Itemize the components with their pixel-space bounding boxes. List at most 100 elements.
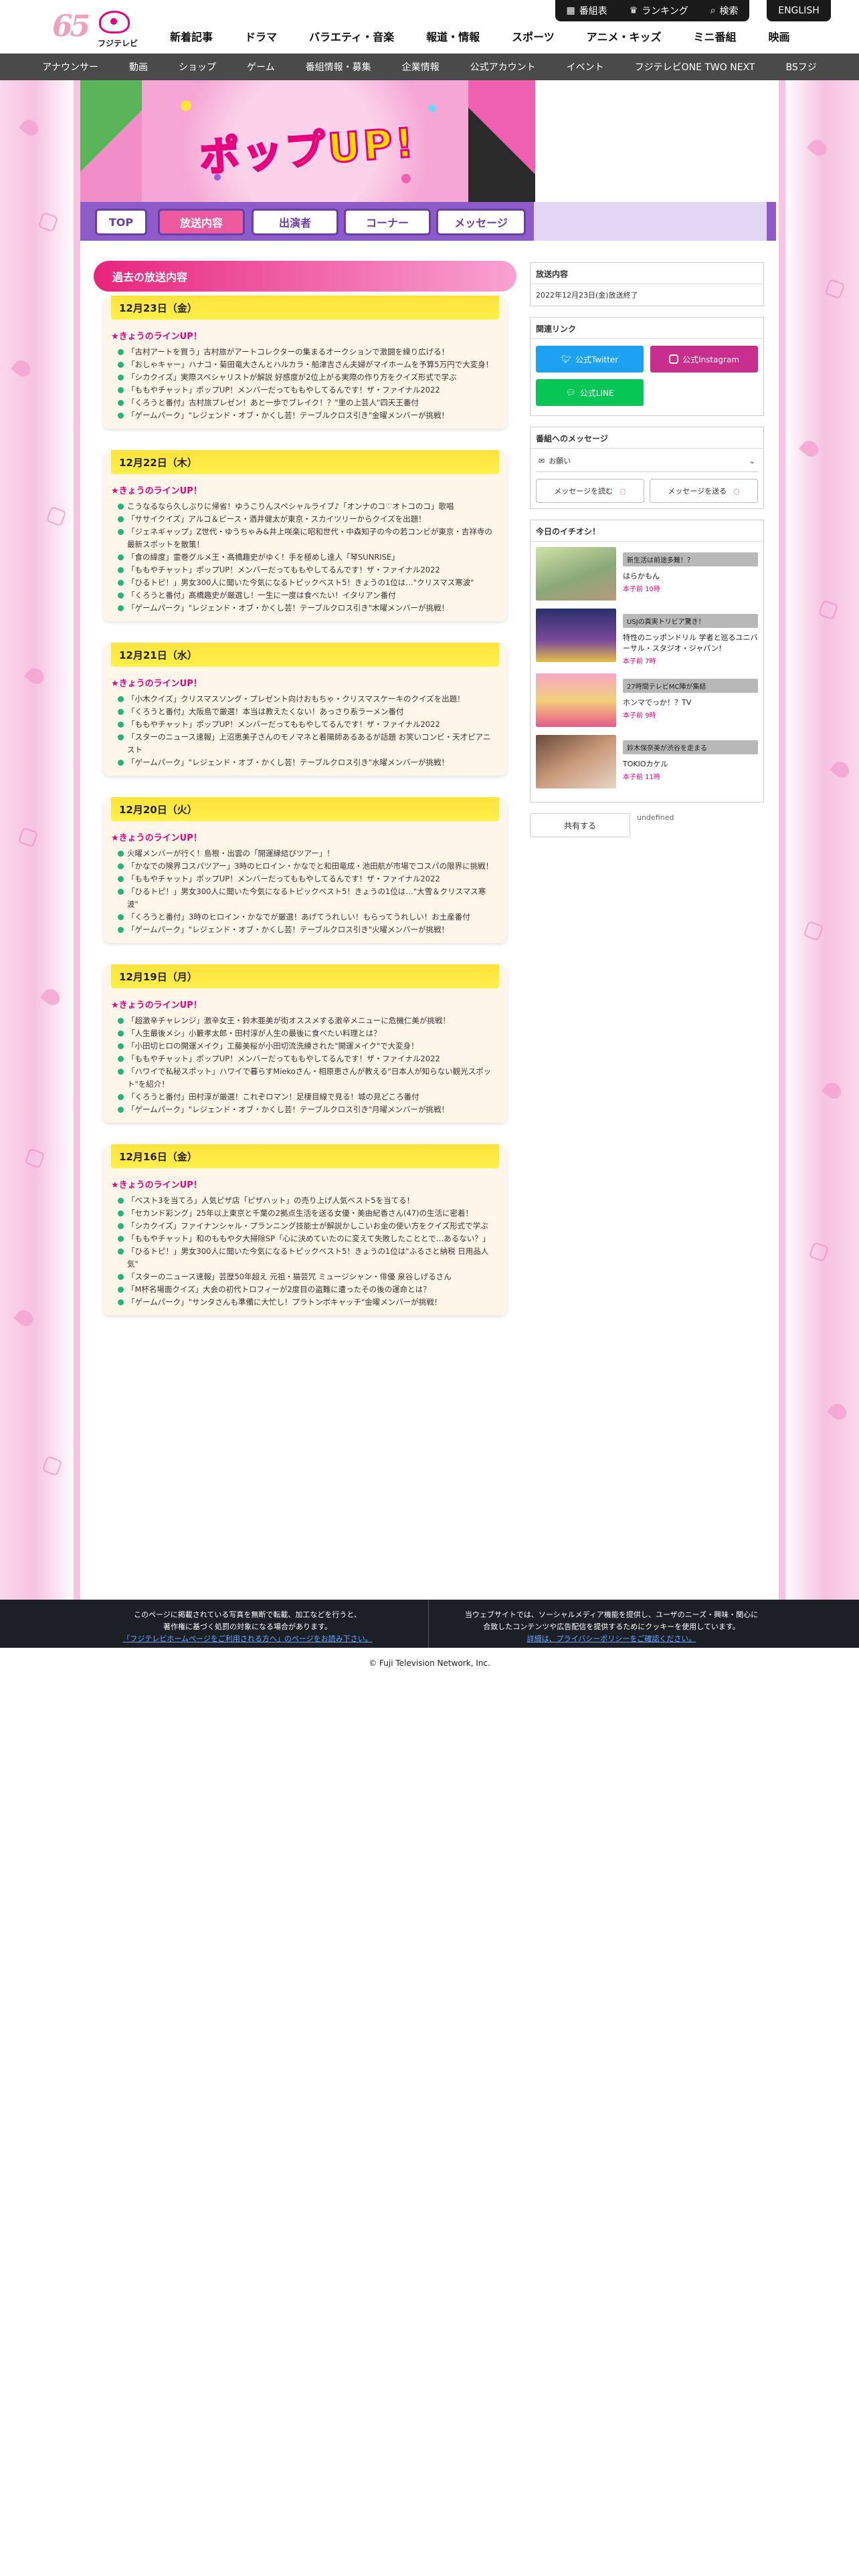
lineup-item: 「くろうと番付」田村淳が厳選！これぞロマン！足棲目線で見る！城の見どころ番付 bbox=[118, 1091, 496, 1103]
twitter-icon: 🐦︎ bbox=[561, 354, 571, 364]
share-note: undefined bbox=[637, 813, 674, 822]
line-button[interactable]: 💬︎ 公式LINE bbox=[536, 379, 644, 406]
send-message-button[interactable]: メッセージを送る ◌ bbox=[650, 479, 758, 503]
eye-mark-icon bbox=[99, 11, 130, 33]
deco-square bbox=[803, 920, 824, 942]
related-links-title: 関連リンク bbox=[531, 318, 763, 339]
lineup-item: 「セカンド彩ング」25年以上東京と千葉の2拠点生活を送る女優・美由紀香さん(47… bbox=[118, 1207, 496, 1220]
snav-program-info[interactable]: 番組情報・募集 bbox=[290, 60, 387, 74]
fujitv-logo[interactable]: 65 フジテレビ bbox=[50, 7, 138, 48]
gnav-movie[interactable]: 映画 bbox=[752, 28, 805, 44]
gnav-variety[interactable]: バラエティ・音楽 bbox=[293, 28, 410, 44]
message-box: 番組へのメッセージ ✉ お願い ⌄ メッセージを読む ◌ メッセージを送る ◌ bbox=[530, 427, 764, 509]
program-hero-banner: ポップUP! bbox=[80, 80, 535, 202]
gnav-news[interactable]: 新着記事 bbox=[154, 28, 229, 44]
lineup-item: 「ベスト3を当てろ」人気ピザ店「ピザハット」の売り上げ人気ベスト5を当てる！ bbox=[118, 1194, 496, 1207]
deco-square bbox=[824, 278, 846, 300]
lineup-item: 「ジェネギャップ」Z世代・ゆうちゃみ&井上咲楽に昭和世代・中森知子の今の若コンビ… bbox=[118, 526, 496, 551]
instagram-button[interactable]: 公式Instagram bbox=[650, 346, 758, 372]
lineup-item: 「ゲームパーク」"レジェンド・オブ・かくし芸！テーブルクロス引き"火曜メンバーが… bbox=[118, 924, 496, 936]
lineup-list: こうなるなら久しぶりに帰省！ゆうこりんスペシャルライブ♪「オンナのコ♡オトコのコ… bbox=[103, 500, 507, 615]
tab-corner[interactable]: コーナー bbox=[344, 209, 431, 235]
arrow-icon: ◌ bbox=[619, 486, 626, 496]
broadcast-date: 12月19日（月） bbox=[111, 964, 499, 988]
deco-drop bbox=[806, 136, 830, 159]
read-message-button[interactable]: メッセージを読む ◌ bbox=[536, 479, 644, 503]
lineup-item: 「シカクイズ」実際スペシャリストが解説 好感度が2位上がる実際の作り方をクイズ形… bbox=[118, 371, 496, 384]
gnav-news-info[interactable]: 報道・情報 bbox=[410, 28, 496, 44]
pickup-time: 本子前 10時 bbox=[623, 586, 660, 593]
english-button[interactable]: ENGLISH bbox=[767, 0, 831, 21]
snav-official-accounts[interactable]: 公式アカウント bbox=[455, 60, 551, 74]
lineup-list: 「ベスト3を当てろ」人気ピザ店「ピザハット」の売り上げ人気ベスト5を当てる！ 「セ… bbox=[103, 1194, 507, 1309]
snav-game[interactable]: ゲーム bbox=[231, 60, 290, 74]
tab-message[interactable]: メッセージ bbox=[436, 209, 526, 235]
lineup-item: 「スターのニュース速報」芸歴50年超え 元祖・猫芸咒 ミュージシャン・俳優 泉谷… bbox=[118, 1271, 496, 1283]
lineup-item: 「スターのニュース速報」上沼恵美子さんのモノマネと着陽師あるあるが話題 お笑いコ… bbox=[118, 731, 496, 756]
deco-drop bbox=[826, 1400, 850, 1423]
line-icon: 💬︎ bbox=[565, 388, 576, 397]
gnav-mini[interactable]: ミニ番組 bbox=[677, 28, 752, 44]
crown-icon: ♛ bbox=[629, 5, 638, 16]
gnav-anime[interactable]: アニメ・キッズ bbox=[571, 28, 678, 44]
pickup-item[interactable]: 鈴木保奈美が渋谷を走まる TOKIOカケル 本子前 11時 bbox=[536, 735, 758, 788]
share-button[interactable]: 共有する bbox=[530, 813, 630, 837]
snav-bsfuji[interactable]: BSフジ bbox=[770, 60, 832, 74]
lineup-item: 「くろうと番付」大阪島で厳選！本当は教えたくない！あっさり系ラーメン番付 bbox=[118, 706, 496, 718]
broadcast-day-card: 12月22日（木） ★きょうのラインUP！ こうなるなら久しぶりに帰省！ゆうこりんス… bbox=[103, 450, 507, 621]
broadcast-info-title: 放送内容 bbox=[531, 263, 763, 284]
lineup-item: 「ゲームパーク」"レジェンド・オブ・かくし芸！テーブルクロス引き"水曜メンバーが… bbox=[118, 756, 496, 769]
pickup-time: 本子前 9時 bbox=[623, 712, 656, 720]
message-select[interactable]: ✉ お願い ⌄ bbox=[536, 454, 758, 472]
tab-top[interactable]: TOP bbox=[95, 209, 147, 235]
notice-divider bbox=[428, 1600, 429, 1648]
pickup-title: 今日のイチオシ！ bbox=[531, 520, 763, 542]
snav-onetwonext[interactable]: フジテレビONE TWO NEXT bbox=[619, 60, 771, 74]
snav-corporate[interactable]: 企業情報 bbox=[387, 60, 455, 74]
lineup-item: 「ももやチャット」ポップUP！メンバーだってももやしてるんです！ザ・ファイナル2… bbox=[118, 384, 496, 397]
pickup-name: TOKIOカケル bbox=[623, 760, 668, 768]
lineup-item: 「小田切ヒロの開運メイク」工藤美桜が小田切流洗練された"開運メイク"で大変身！ bbox=[118, 1040, 496, 1053]
pickup-item[interactable]: 新生活は前途多難！？ はらかもん 本子前 10時 bbox=[536, 547, 758, 601]
lineup-item: 「ゲームパーク」"レジェンド・オブ・かくし芸！テーブルクロス引き"月曜メンバーが… bbox=[118, 1103, 496, 1116]
section-heading: 過去の放送内容 bbox=[94, 261, 516, 292]
lineup-item: 「ハワイで私秘スポット」ハワイで暮らすMiekoさん・相原恵さんが教える"日本人… bbox=[118, 1065, 496, 1091]
snav-shop[interactable]: ショップ bbox=[163, 60, 231, 74]
pickup-item[interactable]: 27時間テレビMC陣が集結 ホンマでっか！？TV 本子前 9時 bbox=[536, 673, 758, 727]
broadcast-date: 12月20日（火） bbox=[111, 797, 499, 821]
notice-bar: このページに掲載されている写真を無断で転載、加工などを行うと、 著作権に基づく処… bbox=[0, 1600, 859, 1648]
snav-video[interactable]: 動画 bbox=[114, 60, 163, 74]
lineup-item: 「ゲームパーク」"レジェンド・オブ・かくし芸！テーブルクロス引き"木曜メンバーが… bbox=[118, 602, 496, 615]
utility-nav: ▦ 番組表 ♛ ランキング ⌕ 検索 bbox=[555, 0, 749, 21]
broadcast-date: 12月22日（木） bbox=[111, 450, 499, 474]
util-tv-guide[interactable]: ▦ 番組表 bbox=[566, 4, 607, 17]
util-search[interactable]: ⌕ 検索 bbox=[710, 4, 739, 17]
deco-square bbox=[41, 1455, 63, 1477]
deco-drop bbox=[39, 986, 64, 1008]
gnav-drama[interactable]: ドラマ bbox=[229, 28, 293, 44]
global-nav: 新着記事 ドラマ バラエティ・音楽 報道・情報 スポーツ アニメ・キッズ ミニ番… bbox=[154, 28, 806, 44]
pickup-item[interactable]: USJの真実トリビア驚き！ 特性のニッポンドリル 学者と巡るユニバーサル・スタジオ… bbox=[536, 609, 758, 665]
broadcast-day-card: 12月21日（水） ★きょうのラインUP！ 「小木クイズ」クリスマスソング・プレゼン… bbox=[103, 643, 507, 776]
pickup-time: 本子前 11時 bbox=[623, 774, 660, 781]
tab-cast[interactable]: 出演者 bbox=[252, 209, 339, 235]
broadcast-day-card: 12月20日（火） ★きょうのラインUP！ 火曜メンバーが行く！島根・出雲の「開運縁… bbox=[103, 797, 507, 943]
broadcast-date: 12月23日（金） bbox=[111, 296, 499, 320]
tab-broadcast[interactable]: 放送内容 bbox=[158, 209, 245, 235]
lineup-item: 「シカクイズ」ファイナンシャル・プランニング技能士が解説かしこいお金の使い方をク… bbox=[118, 1220, 496, 1232]
lineup-item: 「ももやチャット」ポップUP！メンバーだってももやしてるんです！ザ・ファイナル2… bbox=[118, 873, 496, 885]
pickup-thumbnail bbox=[536, 735, 616, 788]
lineup-item: 「おしゃキャー」ハナコ・菊田竜大さんとハルカラ・船津吉さん夫婦がマイホームを予算… bbox=[118, 358, 496, 371]
hero-dot bbox=[181, 100, 191, 111]
snav-event[interactable]: イベント bbox=[551, 60, 619, 74]
chevron-down-icon: ⌄ bbox=[749, 456, 755, 465]
util-ranking[interactable]: ♛ ランキング bbox=[630, 4, 688, 17]
lineup-list: 「古村アートを買う」古村旅がアートコレクターの集まるオークションで激闘を繰り広げ… bbox=[103, 346, 507, 422]
broadcast-date: 12月21日（水） bbox=[111, 643, 499, 667]
snav-announcer[interactable]: アナウンサー bbox=[27, 60, 114, 74]
privacy-link[interactable]: 詳細は、プライバシーポリシーをご確認ください。 bbox=[444, 1633, 779, 1645]
lineup-label: ★きょうのラインUP！ bbox=[111, 1000, 202, 1010]
gnav-sports[interactable]: スポーツ bbox=[496, 28, 571, 44]
notice-link[interactable]: 「フジテレビホームページをご利用される方へ」のページをお読み下さい。 bbox=[80, 1633, 415, 1645]
twitter-button[interactable]: 🐦︎ 公式Twitter bbox=[536, 346, 644, 372]
